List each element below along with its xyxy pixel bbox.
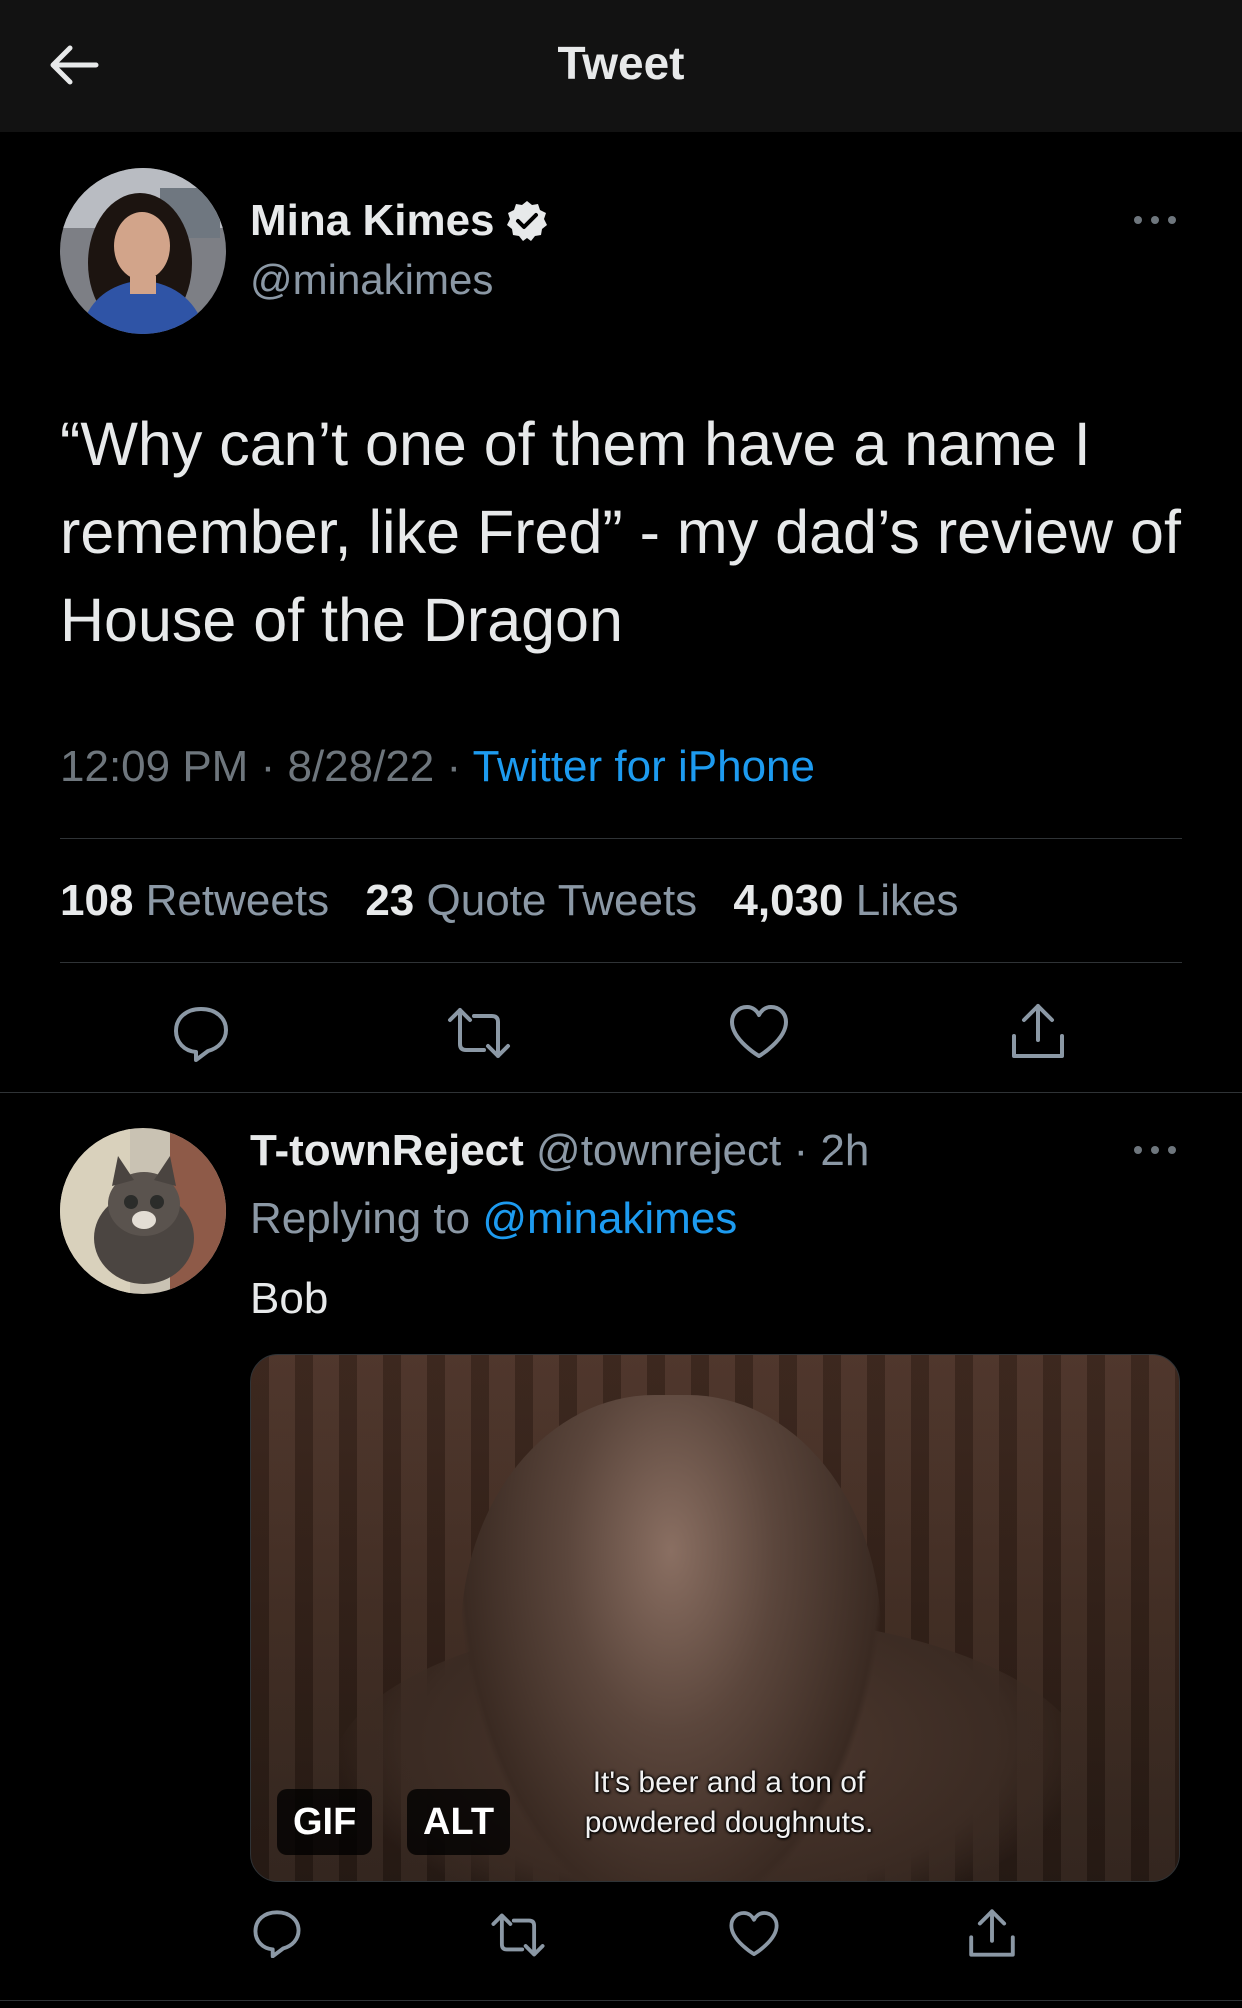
gif-caption-line2: powdered doughnuts. bbox=[584, 1806, 874, 1839]
reply-icon[interactable] bbox=[252, 1908, 302, 1958]
reply-text: Bob bbox=[250, 1274, 329, 1323]
retweet-icon[interactable] bbox=[490, 1912, 546, 1958]
tweet-time: 12:09 PM bbox=[60, 742, 249, 791]
divider bbox=[0, 2000, 1242, 2001]
author-name-text: Mina Kimes bbox=[250, 196, 495, 245]
page-title: Tweet bbox=[557, 37, 685, 89]
author-name[interactable]: Mina Kimes bbox=[250, 196, 549, 246]
retweet-icon[interactable] bbox=[446, 1006, 512, 1060]
verified-badge-icon bbox=[506, 201, 547, 241]
more-options-icon[interactable] bbox=[1130, 1140, 1180, 1160]
meta-separator: · bbox=[446, 742, 473, 791]
tweet-stats: 108 Retweets 23 Quote Tweets 4,030 Likes bbox=[60, 876, 958, 926]
gif-caption-line1: It's beer and a ton of bbox=[592, 1766, 866, 1799]
top-bar: Tweet bbox=[0, 0, 1242, 132]
more-options-icon[interactable] bbox=[1130, 210, 1180, 230]
alt-badge[interactable]: ALT bbox=[407, 1789, 511, 1855]
divider bbox=[60, 838, 1182, 839]
quote-tweets-stat[interactable]: 23 Quote Tweets bbox=[365, 876, 697, 925]
reply-author-name[interactable]: T-townReject bbox=[250, 1126, 524, 1175]
share-icon[interactable] bbox=[966, 1906, 1018, 1960]
replying-to-label: Replying to bbox=[250, 1194, 471, 1243]
meta-separator: · bbox=[781, 1126, 821, 1175]
like-heart-icon[interactable] bbox=[728, 1910, 780, 1958]
tweet-text: “Why can’t one of them have a name I rem… bbox=[60, 410, 1181, 654]
divider bbox=[0, 1092, 1242, 1093]
reply-author-handle[interactable]: @townreject bbox=[536, 1126, 781, 1175]
meta-separator: · bbox=[260, 742, 288, 791]
gif-badge: GIF bbox=[277, 1789, 373, 1855]
reply-age: 2h bbox=[820, 1126, 870, 1175]
reply-gif-media[interactable]: It's beer and a ton of powdered doughnut… bbox=[250, 1354, 1180, 1882]
reply-icon[interactable] bbox=[172, 1004, 230, 1062]
tweet-date: 8/28/22 bbox=[287, 742, 435, 791]
reply-header: T-townReject @townreject · 2h bbox=[250, 1126, 869, 1176]
divider bbox=[60, 962, 1182, 963]
replying-to: Replying to @minakimes bbox=[250, 1194, 737, 1244]
like-heart-icon[interactable] bbox=[728, 1004, 790, 1060]
reply-author-avatar[interactable] bbox=[60, 1128, 226, 1294]
author-avatar[interactable] bbox=[60, 168, 226, 334]
retweets-stat[interactable]: 108 Retweets bbox=[60, 876, 329, 925]
author-handle[interactable]: @minakimes bbox=[250, 256, 493, 304]
likes-stat[interactable]: 4,030 Likes bbox=[733, 876, 958, 925]
replying-to-mention[interactable]: @minakimes bbox=[482, 1194, 737, 1243]
tweet-source-link[interactable]: Twitter for iPhone bbox=[473, 742, 815, 791]
gif-caption: It's beer and a ton of powdered doughnut… bbox=[519, 1763, 939, 1843]
tweet-meta: 12:09 PM · 8/28/22 · Twitter for iPhone bbox=[60, 742, 815, 792]
share-icon[interactable] bbox=[1008, 1000, 1068, 1062]
